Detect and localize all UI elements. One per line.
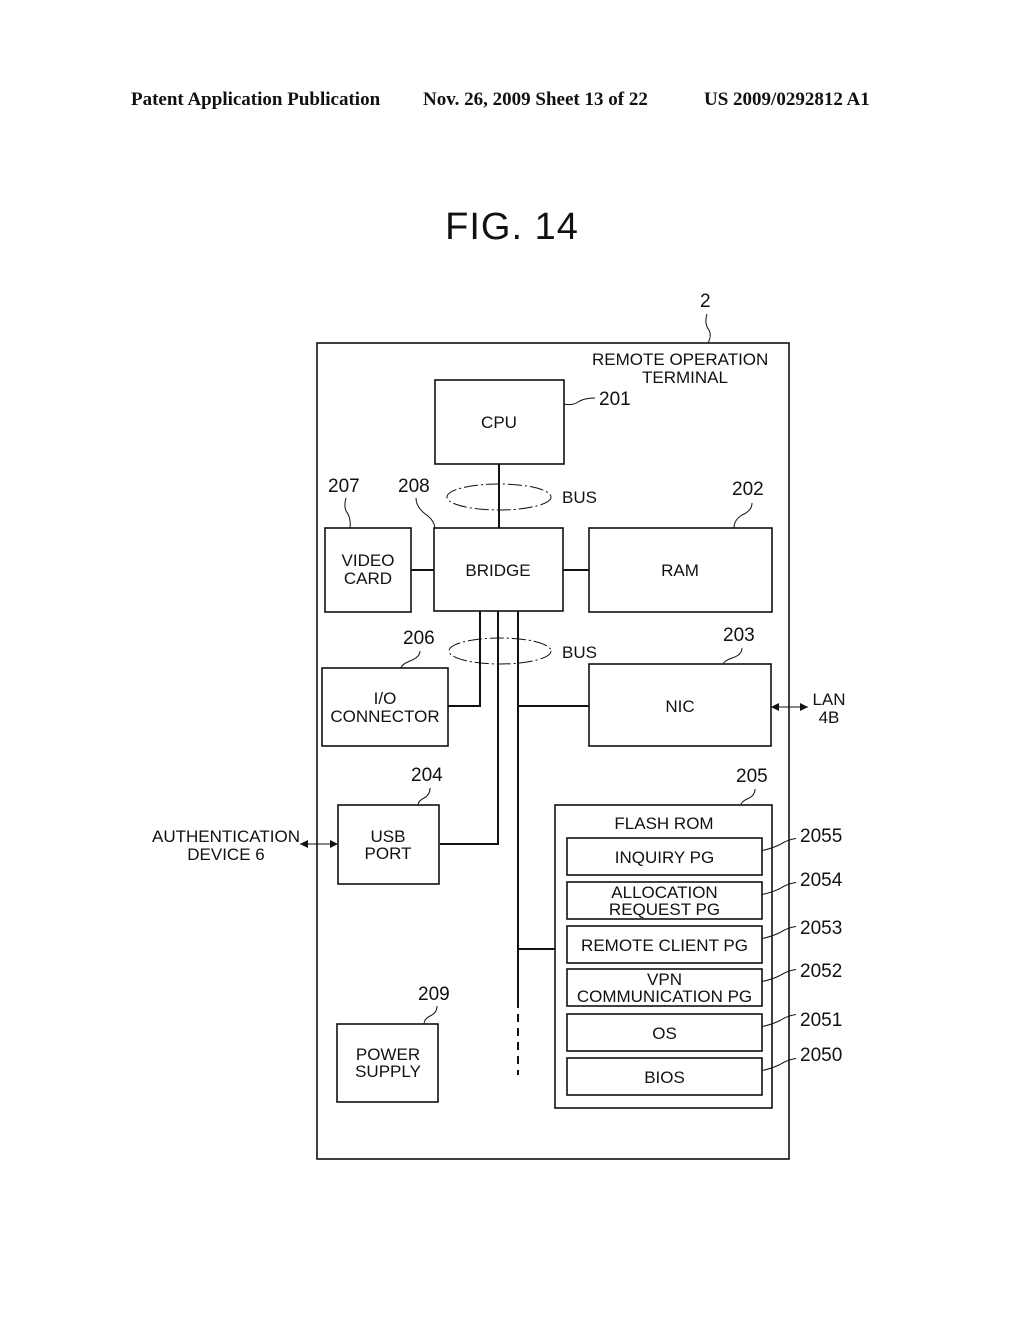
nic-ref: 203 [723, 625, 755, 646]
terminal-ref: 2 [700, 291, 711, 312]
flash-item-ref: 2052 [800, 961, 842, 982]
flash-item-label: COMMUNICATION PG [577, 987, 752, 1006]
usb-port-label-2: PORT [365, 844, 412, 863]
io-connector-label-2: CONNECTOR [330, 707, 439, 726]
auth-label-1: AUTHENTICATION [152, 827, 300, 846]
flash-rom-ref: 205 [736, 766, 768, 787]
cpu-ref: 201 [599, 389, 631, 410]
lan-arrowhead-right [800, 703, 808, 711]
flash-item-ref: 2055 [800, 826, 842, 847]
lan-label-2: 4B [819, 708, 840, 727]
flash-item-ref: 2051 [800, 1010, 842, 1031]
flash-item-label: REQUEST PG [609, 900, 720, 919]
io-connector-ref: 206 [403, 628, 435, 649]
power-supply-label-2: SUPPLY [355, 1062, 421, 1081]
flash-item-label: BIOS [644, 1068, 685, 1087]
flash-item-label: OS [652, 1024, 677, 1043]
video-card-label-2: CARD [344, 569, 392, 588]
bridge-label: BRIDGE [465, 561, 530, 580]
flash-item-label: INQUIRY PG [615, 848, 715, 867]
flash-item-ref: 2053 [800, 918, 842, 939]
flash-item-label: REMOTE CLIENT PG [581, 936, 748, 955]
io-connector-label-1: I/O [374, 689, 397, 708]
terminal-leader [705, 313, 711, 344]
auth-arrowhead-left [300, 840, 308, 848]
lan-label-1: LAN [812, 690, 845, 709]
bus-label-2: BUS [562, 643, 597, 662]
nic-label: NIC [665, 697, 694, 716]
bus-label-1: BUS [562, 488, 597, 507]
flash-item-ref: 2054 [800, 870, 843, 891]
flash-rom-label: FLASH ROM [614, 814, 713, 833]
video-card-ref: 207 [328, 476, 360, 497]
ram-label: RAM [661, 561, 699, 580]
bridge-ref: 208 [398, 476, 430, 497]
auth-label-2: DEVICE 6 [187, 845, 264, 864]
block-diagram: 2 REMOTE OPERATION TERMINAL CPU 201 BUS … [152, 291, 846, 1160]
ram-ref: 202 [732, 479, 764, 500]
power-supply-ref: 209 [418, 984, 450, 1005]
terminal-label-2: TERMINAL [642, 368, 728, 387]
video-card-label-1: VIDEO [342, 551, 395, 570]
cpu-label: CPU [481, 413, 517, 432]
flash-item-ref: 2050 [800, 1045, 842, 1066]
terminal-label-1: REMOTE OPERATION [592, 350, 768, 369]
usb-port-ref: 204 [411, 765, 443, 786]
